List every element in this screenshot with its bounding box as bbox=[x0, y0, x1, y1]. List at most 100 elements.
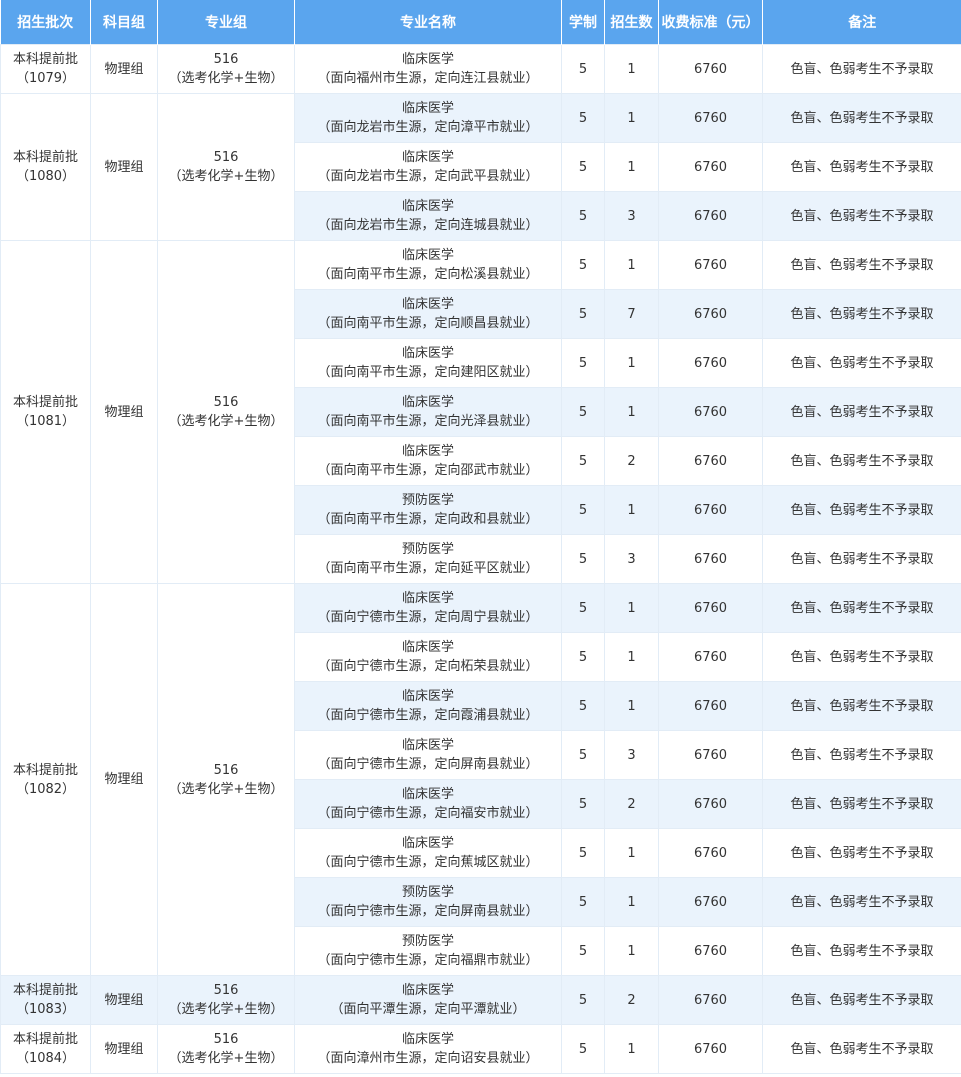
quota-cell: 3 bbox=[604, 191, 659, 241]
note-cell: 色盲、色弱考生不予录取 bbox=[762, 828, 961, 878]
major-direction: （面向宁德市生源，定向霞浦县就业） bbox=[317, 708, 539, 723]
years-cell: 5 bbox=[561, 828, 605, 878]
batch-name: 本科提前批 bbox=[12, 983, 78, 998]
major-name: 临床医学 bbox=[401, 983, 454, 998]
quota-cell: 2 bbox=[604, 436, 659, 486]
group-cell: 516 （选考化学+生物） bbox=[157, 583, 295, 976]
major-direction: （面向南平市生源，定向延平区就业） bbox=[317, 561, 539, 576]
table-row: 本科提前批 （1083） 物理组 516 （选考化学+生物） 临床医学 （面向平潭生源，定向… bbox=[0, 975, 961, 1025]
quota-cell: 1 bbox=[604, 338, 659, 388]
group-requirement: （选考化学+生物） bbox=[168, 414, 284, 429]
quota-cell: 1 bbox=[604, 240, 659, 290]
major-name: 预防医学 bbox=[401, 493, 454, 508]
major-name: 临床医学 bbox=[401, 101, 454, 116]
major-direction: （面向福州市生源，定向连江县就业） bbox=[317, 71, 539, 86]
table-header: 招生批次 科目组 专业组 专业名称 学制 招生数 收费标准（元） 备注 bbox=[0, 0, 961, 45]
note-cell: 色盲、色弱考生不予录取 bbox=[762, 485, 961, 535]
fee-cell: 6760 bbox=[658, 142, 763, 192]
batch-code: （1084） bbox=[15, 1051, 76, 1066]
years-cell: 5 bbox=[561, 44, 605, 94]
table-row: 本科提前批 （1080） 物理组 516 （选考化学+生物） 临床医学 （面向龙岩市生源，定… bbox=[0, 93, 961, 241]
batch-cell: 本科提前批 （1079） bbox=[0, 44, 91, 94]
years-cell: 5 bbox=[561, 240, 605, 290]
group-number: 516 bbox=[213, 52, 239, 67]
batch-code: （1081） bbox=[15, 414, 76, 429]
group-requirement: （选考化学+生物） bbox=[168, 1002, 284, 1017]
major-cell: 临床医学 （面向南平市生源，定向松溪县就业） bbox=[294, 240, 562, 290]
major-name: 预防医学 bbox=[401, 934, 454, 949]
major-name: 临床医学 bbox=[401, 150, 454, 165]
years-cell: 5 bbox=[561, 730, 605, 780]
note-cell: 色盲、色弱考生不予录取 bbox=[762, 338, 961, 388]
quota-cell: 1 bbox=[604, 387, 659, 437]
major-cell: 临床医学 （面向宁德市生源，定向蕉城区就业） bbox=[294, 828, 562, 878]
fee-cell: 6760 bbox=[658, 44, 763, 94]
major-name: 临床医学 bbox=[401, 248, 454, 263]
group-cell: 516 （选考化学+生物） bbox=[157, 975, 295, 1025]
major-cell: 临床医学 （面向龙岩市生源，定向武平县就业） bbox=[294, 142, 562, 192]
group-requirement: （选考化学+生物） bbox=[168, 1051, 284, 1066]
major-name: 临床医学 bbox=[401, 52, 454, 67]
subject-cell: 物理组 bbox=[90, 240, 158, 584]
major-direction: （面向宁德市生源，定向屏南县就业） bbox=[317, 904, 539, 919]
batch-code: （1083） bbox=[15, 1002, 76, 1017]
years-cell: 5 bbox=[561, 338, 605, 388]
fee-cell: 6760 bbox=[658, 730, 763, 780]
quota-cell: 1 bbox=[604, 485, 659, 535]
fee-cell: 6760 bbox=[658, 338, 763, 388]
major-direction: （面向南平市生源，定向政和县就业） bbox=[317, 512, 539, 527]
header-major: 专业名称 bbox=[294, 0, 562, 45]
subject-cell: 物理组 bbox=[90, 583, 158, 976]
quota-cell: 1 bbox=[604, 142, 659, 192]
quota-cell: 2 bbox=[604, 975, 659, 1025]
major-name: 预防医学 bbox=[401, 885, 454, 900]
fee-cell: 6760 bbox=[658, 240, 763, 290]
subject-cell: 物理组 bbox=[90, 93, 158, 241]
major-cell: 临床医学 （面向南平市生源，定向顺昌县就业） bbox=[294, 289, 562, 339]
major-direction: （面向南平市生源，定向松溪县就业） bbox=[317, 267, 539, 282]
years-cell: 5 bbox=[561, 485, 605, 535]
major-direction: （面向宁德市生源，定向蕉城区就业） bbox=[317, 855, 539, 870]
major-name: 临床医学 bbox=[401, 689, 454, 704]
major-cell: 临床医学 （面向南平市生源，定向光泽县就业） bbox=[294, 387, 562, 437]
major-name: 临床医学 bbox=[401, 395, 454, 410]
group-number: 516 bbox=[213, 395, 239, 410]
header-subject: 科目组 bbox=[90, 0, 158, 45]
years-cell: 5 bbox=[561, 1024, 605, 1074]
years-cell: 5 bbox=[561, 681, 605, 731]
major-cell: 预防医学 （面向南平市生源，定向延平区就业） bbox=[294, 534, 562, 584]
major-direction: （面向南平市生源，定向邵武市就业） bbox=[317, 463, 539, 478]
quota-cell: 1 bbox=[604, 93, 659, 143]
note-cell: 色盲、色弱考生不予录取 bbox=[762, 142, 961, 192]
group-requirement: （选考化学+生物） bbox=[168, 781, 284, 797]
major-name: 临床医学 bbox=[401, 297, 454, 312]
major-name: 临床医学 bbox=[401, 444, 454, 459]
header-quota: 招生数 bbox=[604, 0, 659, 45]
note-cell: 色盲、色弱考生不予录取 bbox=[762, 191, 961, 241]
quota-cell: 2 bbox=[604, 779, 659, 829]
header-batch: 招生批次 bbox=[0, 0, 91, 45]
major-cell: 临床医学 （面向宁德市生源，定向柘荣县就业） bbox=[294, 632, 562, 682]
major-cell: 预防医学 （面向南平市生源，定向政和县就业） bbox=[294, 485, 562, 535]
note-cell: 色盲、色弱考生不予录取 bbox=[762, 975, 961, 1025]
batch-code: （1080） bbox=[15, 169, 76, 184]
major-direction: （面向宁德市生源，定向福鼎市就业） bbox=[317, 953, 539, 968]
quota-cell: 1 bbox=[604, 44, 659, 94]
major-cell: 临床医学 （面向宁德市生源，定向屏南县就业） bbox=[294, 730, 562, 780]
fee-cell: 6760 bbox=[658, 436, 763, 486]
major-direction: （面向南平市生源，定向建阳区就业） bbox=[317, 365, 539, 380]
batch-cell: 本科提前批 （1080） bbox=[0, 93, 91, 241]
quota-cell: 3 bbox=[604, 534, 659, 584]
header-note: 备注 bbox=[762, 0, 961, 45]
years-cell: 5 bbox=[561, 436, 605, 486]
fee-cell: 6760 bbox=[658, 387, 763, 437]
batch-cell: 本科提前批 （1084） bbox=[0, 1024, 91, 1074]
years-cell: 5 bbox=[561, 142, 605, 192]
fee-cell: 6760 bbox=[658, 975, 763, 1025]
header-row: 招生批次 科目组 专业组 专业名称 学制 招生数 收费标准（元） 备注 bbox=[0, 0, 961, 45]
batch-cell: 本科提前批 （1082） bbox=[0, 583, 91, 976]
batch-name: 本科提前批 bbox=[12, 395, 78, 410]
quota-cell: 1 bbox=[604, 877, 659, 927]
quota-cell: 3 bbox=[604, 730, 659, 780]
fee-cell: 6760 bbox=[658, 191, 763, 241]
